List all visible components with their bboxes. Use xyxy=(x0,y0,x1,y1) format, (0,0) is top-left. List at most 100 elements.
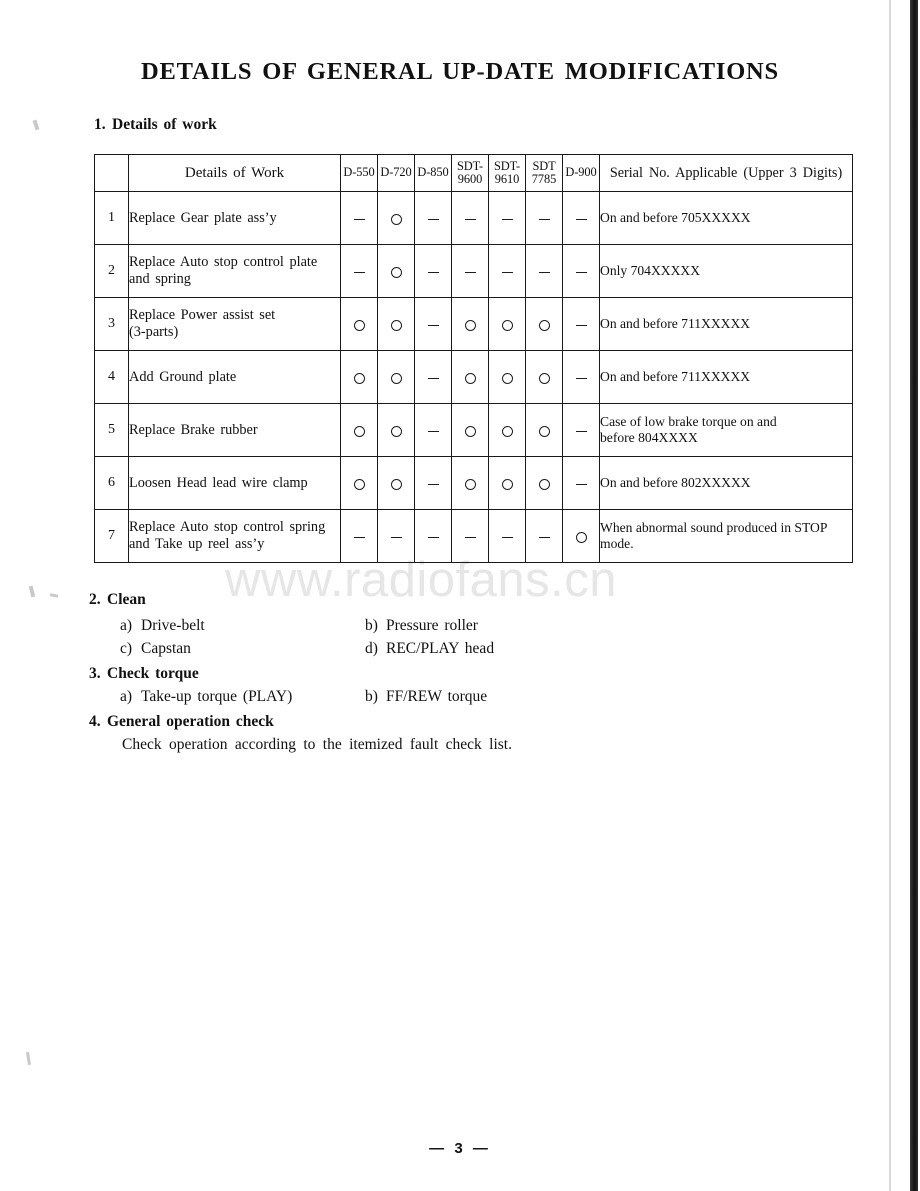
serial-text-line1: Case of low brake torque on and xyxy=(600,413,777,429)
cell-serial-no-applicable: On and before 705XXXXX xyxy=(599,191,853,245)
cell-details-of-work: Replace Brake rubber xyxy=(128,403,341,457)
cell-applicability-mark xyxy=(377,191,415,245)
dash-mark-icon xyxy=(427,324,439,326)
dash-mark-icon xyxy=(353,218,365,220)
header-model-line2: 9610 xyxy=(494,172,520,186)
cell-serial-no-applicable: Case of low brake torque on and before 80… xyxy=(599,403,853,457)
serial-text-line1: On and before 705XXXXX xyxy=(600,209,751,225)
cell-applicability-mark xyxy=(488,297,526,351)
cell-applicability-mark xyxy=(451,456,489,510)
cell-applicability-mark xyxy=(488,350,526,404)
dash-mark-icon xyxy=(464,218,476,220)
cell-applicability-mark xyxy=(377,350,415,404)
circle-mark-icon xyxy=(390,478,402,490)
cell-applicability-mark xyxy=(451,350,489,404)
circle-mark-icon xyxy=(501,478,513,490)
cell-applicability-mark xyxy=(488,456,526,510)
dash-mark-icon xyxy=(427,536,439,538)
cell-row-number: 2 xyxy=(94,244,129,298)
table-header-row: Details of Work D-550 D-720 D-850 SDT- 9… xyxy=(94,154,853,192)
dash-mark-icon xyxy=(427,377,439,379)
clean-items-list: a) Drive-belt b) Pressure roller c) Caps… xyxy=(120,617,494,663)
circle-mark-icon xyxy=(464,372,476,384)
list-item-row: a) Take-up torque (PLAY) b) FF/REW torqu… xyxy=(120,688,487,711)
circle-mark-icon xyxy=(501,319,513,331)
cell-applicability-mark xyxy=(488,509,526,563)
list-item: a) Take-up torque (PLAY) xyxy=(120,688,365,706)
list-item-row: a) Drive-belt b) Pressure roller xyxy=(120,617,494,640)
circle-mark-icon xyxy=(575,531,587,543)
list-item-label: REC/PLAY head xyxy=(386,640,495,657)
list-item-row: c) Capstan d) REC/PLAY head xyxy=(120,640,494,663)
general-operation-check-body: Check operation according to the itemize… xyxy=(122,736,512,753)
cell-details-of-work: Replace Auto stop control plate and sprin… xyxy=(128,244,341,298)
cell-applicability-mark xyxy=(525,297,563,351)
list-item-letter: d) xyxy=(365,640,378,657)
dash-mark-icon xyxy=(538,218,550,220)
circle-mark-icon xyxy=(538,319,550,331)
header-model-sdt-7785: SDT 7785 xyxy=(525,154,563,192)
dash-mark-icon xyxy=(427,218,439,220)
circle-mark-icon xyxy=(353,319,365,331)
page-title: DETAILS OF GENERAL UP-DATE MODIFICATIONS xyxy=(141,58,779,85)
cell-details-of-work: Replace Power assist set (3-parts) xyxy=(128,297,341,351)
table-row: 7 Replace Auto stop control spring and Tak… xyxy=(94,509,853,563)
dash-mark-icon xyxy=(427,430,439,432)
header-details-of-work: Details of Work xyxy=(128,154,341,192)
cell-details-of-work: Replace Auto stop control spring and Take… xyxy=(128,509,341,563)
cell-applicability-mark xyxy=(340,403,378,457)
dash-mark-icon xyxy=(353,271,365,273)
work-text-line1: Add Ground plate xyxy=(129,368,237,385)
section-heading-details-of-work: 1. Details of work xyxy=(94,116,217,134)
serial-text-line2: before 804XXXX xyxy=(600,430,698,445)
list-item-letter: b) xyxy=(365,617,378,634)
cell-serial-no-applicable: When abnormal sound produced in STOP mode… xyxy=(599,509,853,563)
serial-text-line1: On and before 711XXXXX xyxy=(600,368,751,384)
circle-mark-icon xyxy=(501,372,513,384)
dash-mark-icon xyxy=(538,536,550,538)
serial-text-line1: On and before 802XXXXX xyxy=(600,474,751,490)
cell-serial-no-applicable: On and before 711XXXXX xyxy=(599,297,853,351)
list-item-letter: a) xyxy=(120,688,133,705)
cell-applicability-mark xyxy=(414,350,452,404)
dash-mark-icon xyxy=(575,271,587,273)
dash-mark-icon xyxy=(464,536,476,538)
section-heading-clean: 2. Clean xyxy=(89,591,146,609)
serial-text-line2: mode. xyxy=(600,536,634,551)
work-text-line1: Replace Auto stop control spring xyxy=(129,519,326,535)
dash-mark-icon xyxy=(575,430,587,432)
cell-serial-no-applicable: Only 704XXXXX xyxy=(599,244,853,298)
cell-details-of-work: Loosen Head lead wire clamp xyxy=(128,456,341,510)
scan-speck xyxy=(32,119,40,131)
cell-row-number: 4 xyxy=(94,350,129,404)
table-body: 1 Replace Gear plate ass’y On and before 7… xyxy=(94,191,853,563)
section-heading-general-operation-check: 4. General operation check xyxy=(89,713,274,731)
cell-row-number: 3 xyxy=(94,297,129,351)
dash-mark-icon xyxy=(575,377,587,379)
section-label: Clean xyxy=(107,591,146,608)
header-model-line2: 7785 xyxy=(531,172,557,186)
circle-mark-icon xyxy=(501,425,513,437)
dash-mark-icon xyxy=(501,271,513,273)
cell-row-number: 7 xyxy=(94,509,129,563)
page-number-footer: — 3 — xyxy=(429,1140,491,1157)
circle-mark-icon xyxy=(538,372,550,384)
serial-text-line1: On and before 711XXXXX xyxy=(600,315,751,331)
cell-applicability-mark xyxy=(562,297,600,351)
serial-text-line1: Only 704XXXXX xyxy=(600,262,701,278)
cell-applicability-mark xyxy=(562,456,600,510)
header-model-d-900: D-900 xyxy=(562,154,600,192)
cell-applicability-mark xyxy=(377,297,415,351)
work-text-line1: Replace Gear plate ass’y xyxy=(129,209,277,226)
dash-mark-icon xyxy=(501,536,513,538)
cell-applicability-mark xyxy=(562,509,600,563)
cell-row-number: 1 xyxy=(94,191,129,245)
cell-applicability-mark xyxy=(451,191,489,245)
cell-applicability-mark xyxy=(488,244,526,298)
table-header: Details of Work D-550 D-720 D-850 SDT- 9… xyxy=(94,154,853,192)
circle-mark-icon xyxy=(464,319,476,331)
circle-mark-icon xyxy=(464,425,476,437)
cell-applicability-mark xyxy=(377,403,415,457)
table-row: 5 Replace Brake rubber Case of low brake t… xyxy=(94,403,853,457)
list-item-label: Drive-belt xyxy=(141,617,205,634)
